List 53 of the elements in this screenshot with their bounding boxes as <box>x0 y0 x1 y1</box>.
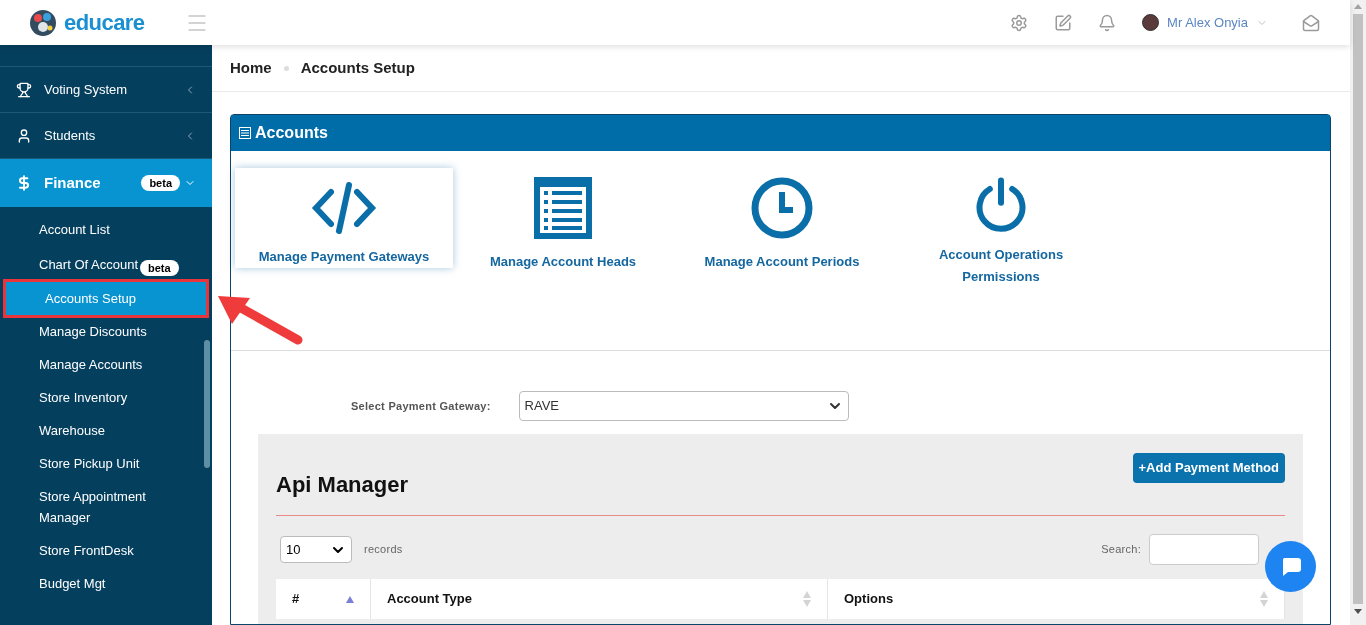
list-icon <box>534 177 592 239</box>
avatar <box>1142 14 1160 31</box>
scrollbar-thumb[interactable] <box>204 340 210 468</box>
sidebar-group[interactable]: Finance beta <box>0 159 212 207</box>
search-label: Search: <box>1101 542 1141 558</box>
user-icon <box>16 127 32 144</box>
breadcrumb-item[interactable]: Home <box>230 56 272 80</box>
sidebar-item[interactable]: Store FrontDesk <box>0 534 212 567</box>
tile[interactable]: Manage Payment Gateways <box>235 168 453 268</box>
beta-badge: beta <box>141 175 180 191</box>
sidebar-item[interactable]: Store Inventory <box>0 381 212 414</box>
records-label: records <box>364 542 403 558</box>
search-field[interactable] <box>1149 534 1259 565</box>
brand-name: educare <box>64 9 145 37</box>
sidebar-item[interactable]: Store Appointment Manager <box>0 480 212 534</box>
user-name: Mr Alex Onyia <box>1167 13 1248 32</box>
mail-icon[interactable] <box>1302 13 1320 32</box>
sidebar-item[interactable]: Store Pickup Unit <box>0 447 212 480</box>
tile-label: Account Operations Permissions <box>937 246 1065 286</box>
column-header[interactable]: Account Type <box>371 579 828 619</box>
sidebar-item[interactable]: Chart Of Account beta <box>0 246 212 282</box>
panel-title: Accounts <box>255 123 328 143</box>
field-label: Select Payment Gateway: <box>351 398 491 414</box>
tile[interactable]: Account Operations Permissions <box>892 168 1110 288</box>
dollar-icon <box>16 175 32 191</box>
list-icon <box>239 127 251 139</box>
scrollbar-thumb[interactable] <box>1353 14 1363 604</box>
settings-icon[interactable] <box>1010 13 1029 32</box>
section-title: Api Manager <box>276 471 409 499</box>
logo-icon <box>30 9 56 36</box>
user-menu[interactable]: Mr Alex Onyia <box>1142 12 1268 33</box>
page-size-select[interactable]: 10 <box>280 536 352 563</box>
sidebar-item[interactable]: Budget Mgt <box>0 567 212 600</box>
tile-label: Manage Account Heads <box>488 253 638 271</box>
gateway-select[interactable]: RAVE <box>518 391 849 421</box>
tile[interactable]: Manage Account Heads <box>454 168 672 288</box>
tile-label: Manage Account Periods <box>703 253 861 271</box>
code-icon <box>311 182 377 234</box>
tile[interactable]: Manage Account Periods <box>673 168 891 288</box>
column-header[interactable]: # <box>276 579 371 619</box>
clock-icon <box>751 177 813 239</box>
sidebar-item[interactable]: Manage Discounts <box>0 315 212 348</box>
edit-icon[interactable] <box>1054 13 1073 32</box>
notifications-icon[interactable] <box>1098 13 1117 32</box>
breadcrumb-item: Accounts Setup <box>300 57 415 78</box>
sidebar-group[interactable]: Voting System <box>0 67 212 113</box>
add-payment-method-button[interactable]: +Add Payment Method <box>1132 453 1285 483</box>
sidebar-item[interactable]: Account List <box>0 213 212 246</box>
sidebar-item[interactable]: Manage Accounts <box>0 348 212 381</box>
tile-label: Manage Payment Gateways <box>258 248 430 266</box>
trophy-icon <box>16 81 32 98</box>
beta-badge: beta <box>140 260 179 276</box>
sidebar-item[interactable]: Warehouse <box>0 414 212 447</box>
